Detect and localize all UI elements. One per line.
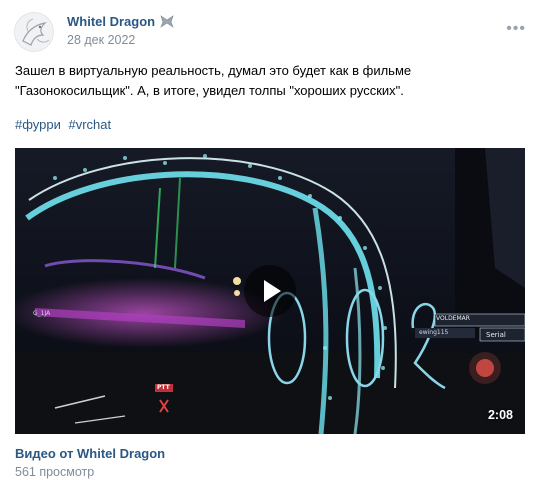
hashtag-link[interactable]: #фурри — [15, 117, 61, 132]
post-date[interactable]: 28 дек 2022 — [67, 33, 135, 47]
video-views: 561 просмотр — [15, 465, 95, 479]
post-text-line: Зашел в виртуальную реальность, думал эт… — [15, 63, 412, 78]
dragon-avatar-icon — [22, 18, 50, 46]
author-name[interactable]: Whitel Dragon — [67, 14, 174, 31]
video-title-link[interactable]: Видео от Whitel Dragon — [15, 446, 165, 461]
more-dots-icon[interactable]: ••• — [506, 21, 526, 37]
video-player[interactable]: VOLDEMAR Serial ewing115 G_1JA PTT 2:08 — [15, 148, 525, 434]
vr-nameplate: Serial — [486, 331, 506, 339]
post-text: Зашел в виртуальную реальность, думал эт… — [15, 61, 530, 101]
author-avatar[interactable] — [14, 12, 54, 52]
hashtag-link[interactable]: #vrchat — [68, 117, 111, 132]
vr-nameplate: VOLDEMAR — [436, 315, 470, 322]
vr-mic-label: PTT — [157, 384, 170, 391]
ribbon-badge-icon — [160, 14, 174, 31]
play-icon[interactable] — [244, 265, 296, 317]
vr-nameplate: ewing115 — [419, 329, 449, 336]
vr-nameplate: G_1JA — [33, 310, 51, 317]
wall-post: Whitel Dragon 28 дек 2022 ••• Зашел в ви… — [0, 0, 542, 488]
post-text-line: "Газонокосильщик". А, в итоге, увидел то… — [15, 83, 404, 98]
author-name-text[interactable]: Whitel Dragon — [67, 14, 155, 29]
post-header: Whitel Dragon 28 дек 2022 ••• — [14, 12, 528, 52]
video-duration: 2:08 — [487, 408, 513, 422]
hashtags: #фурри #vrchat — [15, 117, 115, 132]
